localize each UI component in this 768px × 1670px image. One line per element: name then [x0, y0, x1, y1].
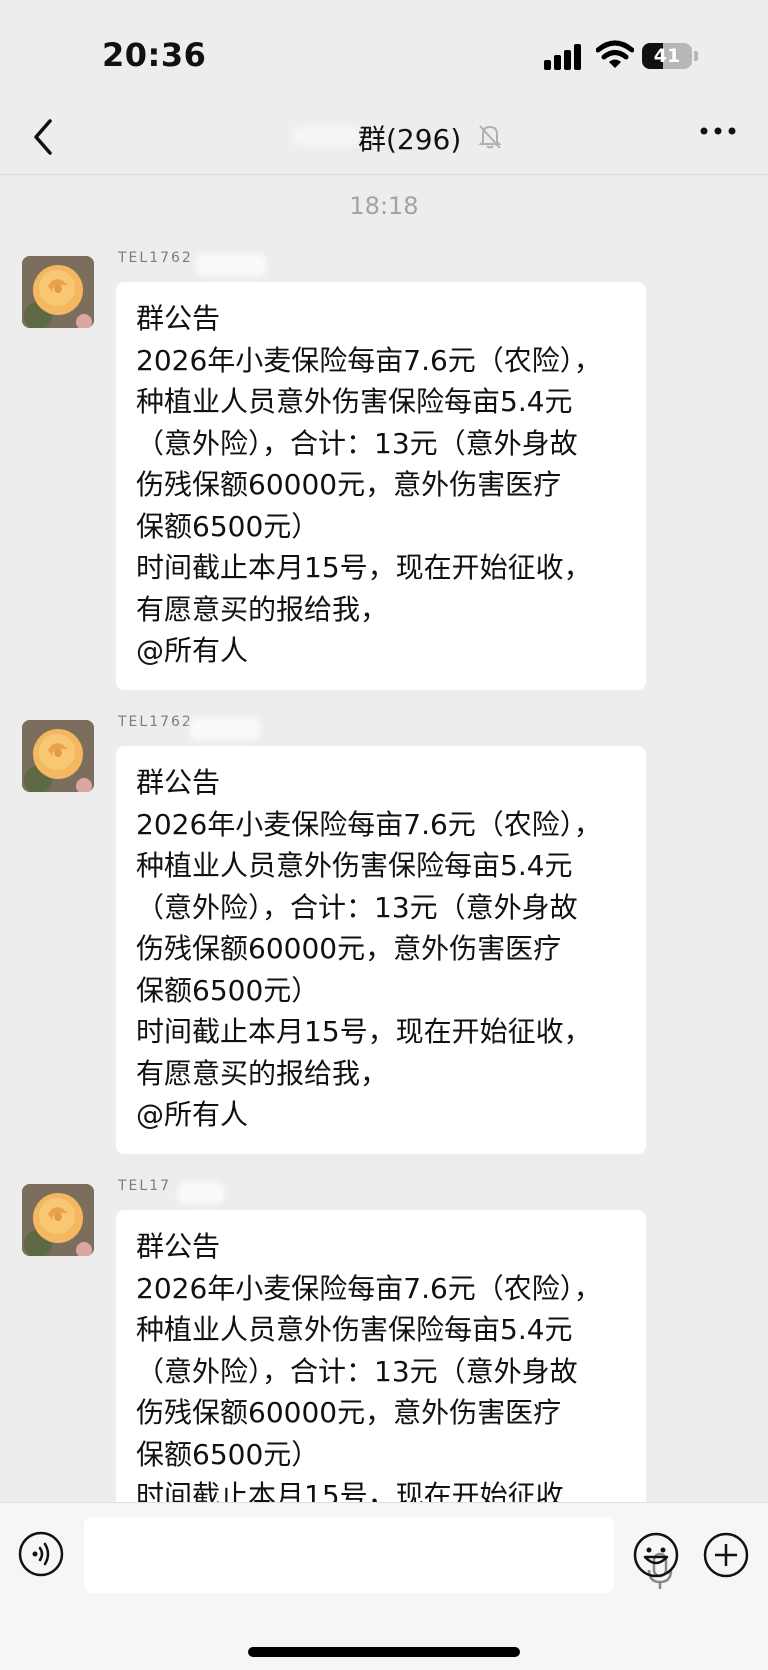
- rose-avatar-image: [22, 720, 94, 792]
- status-bar: 20:36 41: [0, 0, 768, 100]
- sender-redaction: [196, 254, 266, 276]
- chat-input-bar: [0, 1502, 768, 1670]
- chevron-left-icon[interactable]: [26, 115, 66, 159]
- message-input[interactable]: [84, 1517, 673, 1593]
- avatar[interactable]: [22, 1184, 94, 1256]
- sender-name: TEL1762: [118, 714, 193, 730]
- sender-redaction: [178, 1182, 224, 1204]
- chat-header: 群(296): [0, 100, 768, 175]
- rose-avatar-image: [22, 1184, 94, 1256]
- home-indicator: [248, 1647, 520, 1657]
- battery-cap: [694, 51, 698, 61]
- avatar[interactable]: [22, 256, 94, 328]
- sender-name: TEL17: [118, 1178, 172, 1194]
- sender-redaction: [190, 718, 260, 740]
- battery-icon: 41: [642, 43, 692, 69]
- more-dots-icon[interactable]: [698, 124, 738, 138]
- wifi-icon: [596, 40, 634, 68]
- cellular-signal-icon: [544, 44, 586, 70]
- chat-title: 群(296): [358, 123, 462, 156]
- rose-avatar-image: [22, 256, 94, 328]
- message-bubble[interactable]: 群公告 2026年小麦保险每亩7.6元（农险）， 种植业人员意外伤害保险每亩5.…: [116, 1210, 646, 1535]
- title-redaction: [290, 126, 360, 146]
- plus-circle-icon[interactable]: [702, 1531, 750, 1579]
- message-bubble[interactable]: 群公告 2026年小麦保险每亩7.6元（农险）， 种植业人员意外伤害保险每亩5.…: [116, 746, 646, 1154]
- emoji-icon[interactable]: [632, 1531, 680, 1579]
- battery-percentage: 41: [653, 45, 681, 67]
- status-time: 20:36: [102, 36, 207, 74]
- bell-muted-icon: [478, 125, 502, 149]
- chat-timestamp: 18:18: [349, 192, 419, 220]
- message-bubble[interactable]: 群公告 2026年小麦保险每亩7.6元（农险）， 种植业人员意外伤害保险每亩5.…: [116, 282, 646, 690]
- avatar[interactable]: [22, 720, 94, 792]
- voice-mode-icon[interactable]: [18, 1531, 64, 1577]
- sender-name: TEL1762: [118, 250, 193, 266]
